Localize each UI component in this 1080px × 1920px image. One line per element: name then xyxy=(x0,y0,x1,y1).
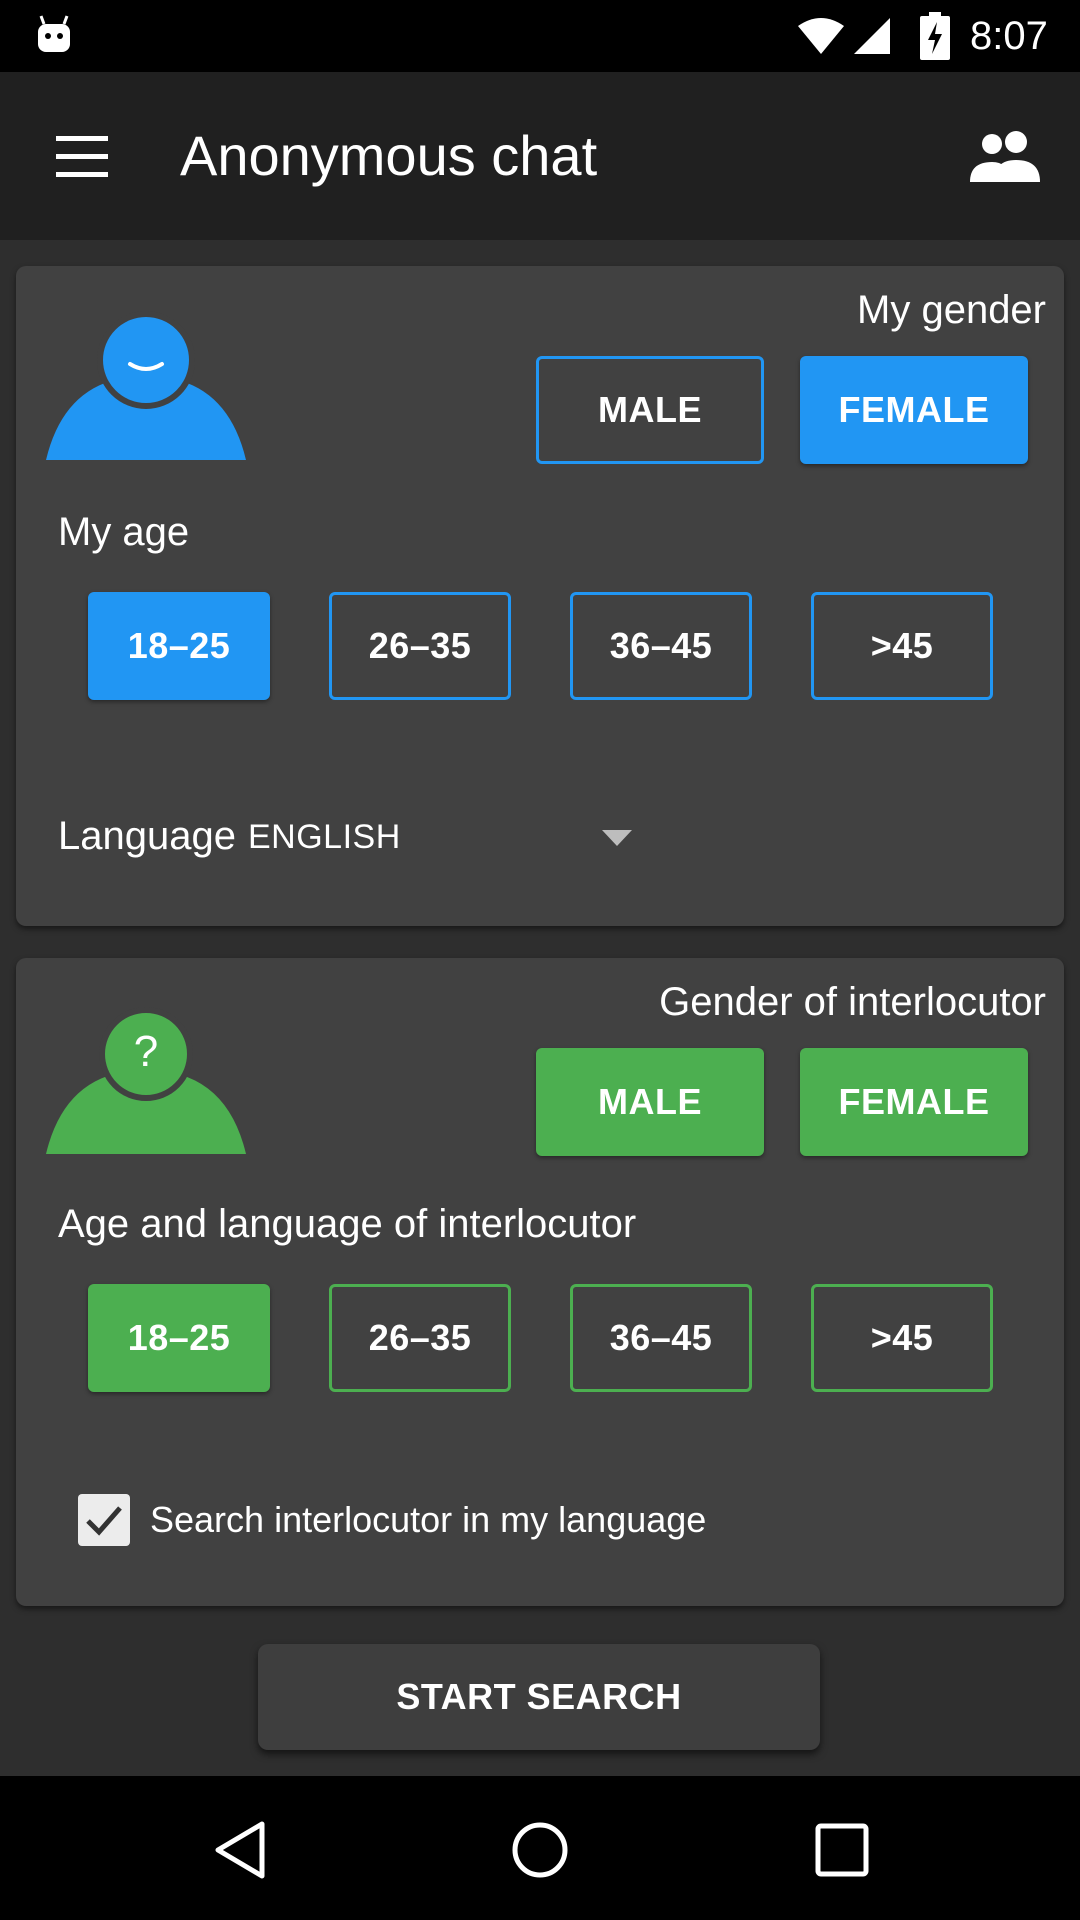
interlocutor-age-18-25-button[interactable]: 18–25 xyxy=(88,1284,270,1392)
home-icon[interactable] xyxy=(510,1818,570,1882)
interlocutor-gender-female-button[interactable]: FEMALE xyxy=(800,1048,1028,1156)
same-language-checkbox-row[interactable]: Search interlocutor in my language xyxy=(78,1490,778,1550)
my-gender-label: My gender xyxy=(857,288,1046,332)
my-age-18-25-button[interactable]: 18–25 xyxy=(88,592,270,700)
app-bar: Anonymous chat xyxy=(0,72,1080,240)
my-profile-card: My gender MALE FEMALE My age 18–25 26–35… xyxy=(16,266,1064,926)
my-age-26-35-button[interactable]: 26–35 xyxy=(329,592,511,700)
back-icon[interactable] xyxy=(210,1818,270,1882)
checkmark-icon xyxy=(86,1506,122,1536)
chevron-down-icon xyxy=(602,830,632,846)
start-search-button[interactable]: START SEARCH xyxy=(258,1644,820,1750)
unknown-user-icon xyxy=(46,1007,246,1154)
my-age-36-45-button[interactable]: 36–45 xyxy=(570,592,752,700)
status-time: 8:07 xyxy=(970,14,1048,58)
interlocutor-gender-male-button[interactable]: MALE xyxy=(536,1048,764,1156)
navigation-bar xyxy=(0,1776,1080,1920)
question-mark-glyph: ? xyxy=(133,1027,159,1076)
recents-icon[interactable] xyxy=(812,1818,872,1882)
language-dropdown[interactable]: ENGLISH xyxy=(248,806,632,866)
language-row: Language ENGLISH xyxy=(58,806,632,866)
language-label: Language xyxy=(58,814,236,858)
wifi-icon xyxy=(798,18,844,54)
my-age-over-45-button[interactable]: >45 xyxy=(811,592,993,700)
cell-signal-icon xyxy=(854,18,890,54)
same-language-checkbox[interactable] xyxy=(78,1494,130,1546)
interlocutor-card: ? Gender of interlocutor MALE FEMALE Age… xyxy=(16,958,1064,1606)
same-language-checkbox-label: Search interlocutor in my language xyxy=(150,1499,707,1540)
interlocutor-age-over-45-button[interactable]: >45 xyxy=(811,1284,993,1392)
interlocutor-age-36-45-button[interactable]: 36–45 xyxy=(570,1284,752,1392)
interlocutor-age-26-35-button[interactable]: 26–35 xyxy=(329,1284,511,1392)
status-bar: 8:07 xyxy=(0,0,1080,72)
hamburger-menu-icon[interactable] xyxy=(52,130,112,182)
android-robot-icon xyxy=(38,15,70,52)
app-title: Anonymous chat xyxy=(180,124,598,187)
people-icon[interactable] xyxy=(968,128,1044,184)
my-gender-male-button[interactable]: MALE xyxy=(536,356,764,464)
my-gender-female-button[interactable]: FEMALE xyxy=(800,356,1028,464)
interlocutor-age-label: Age and language of interlocutor xyxy=(58,1202,637,1246)
user-avatar-icon xyxy=(46,311,246,460)
interlocutor-gender-label: Gender of interlocutor xyxy=(659,980,1046,1024)
battery-charging-icon xyxy=(920,12,950,60)
unknown-user-avatar: ? xyxy=(46,998,246,1158)
language-value: ENGLISH xyxy=(248,818,401,856)
my-age-label: My age xyxy=(58,510,190,554)
